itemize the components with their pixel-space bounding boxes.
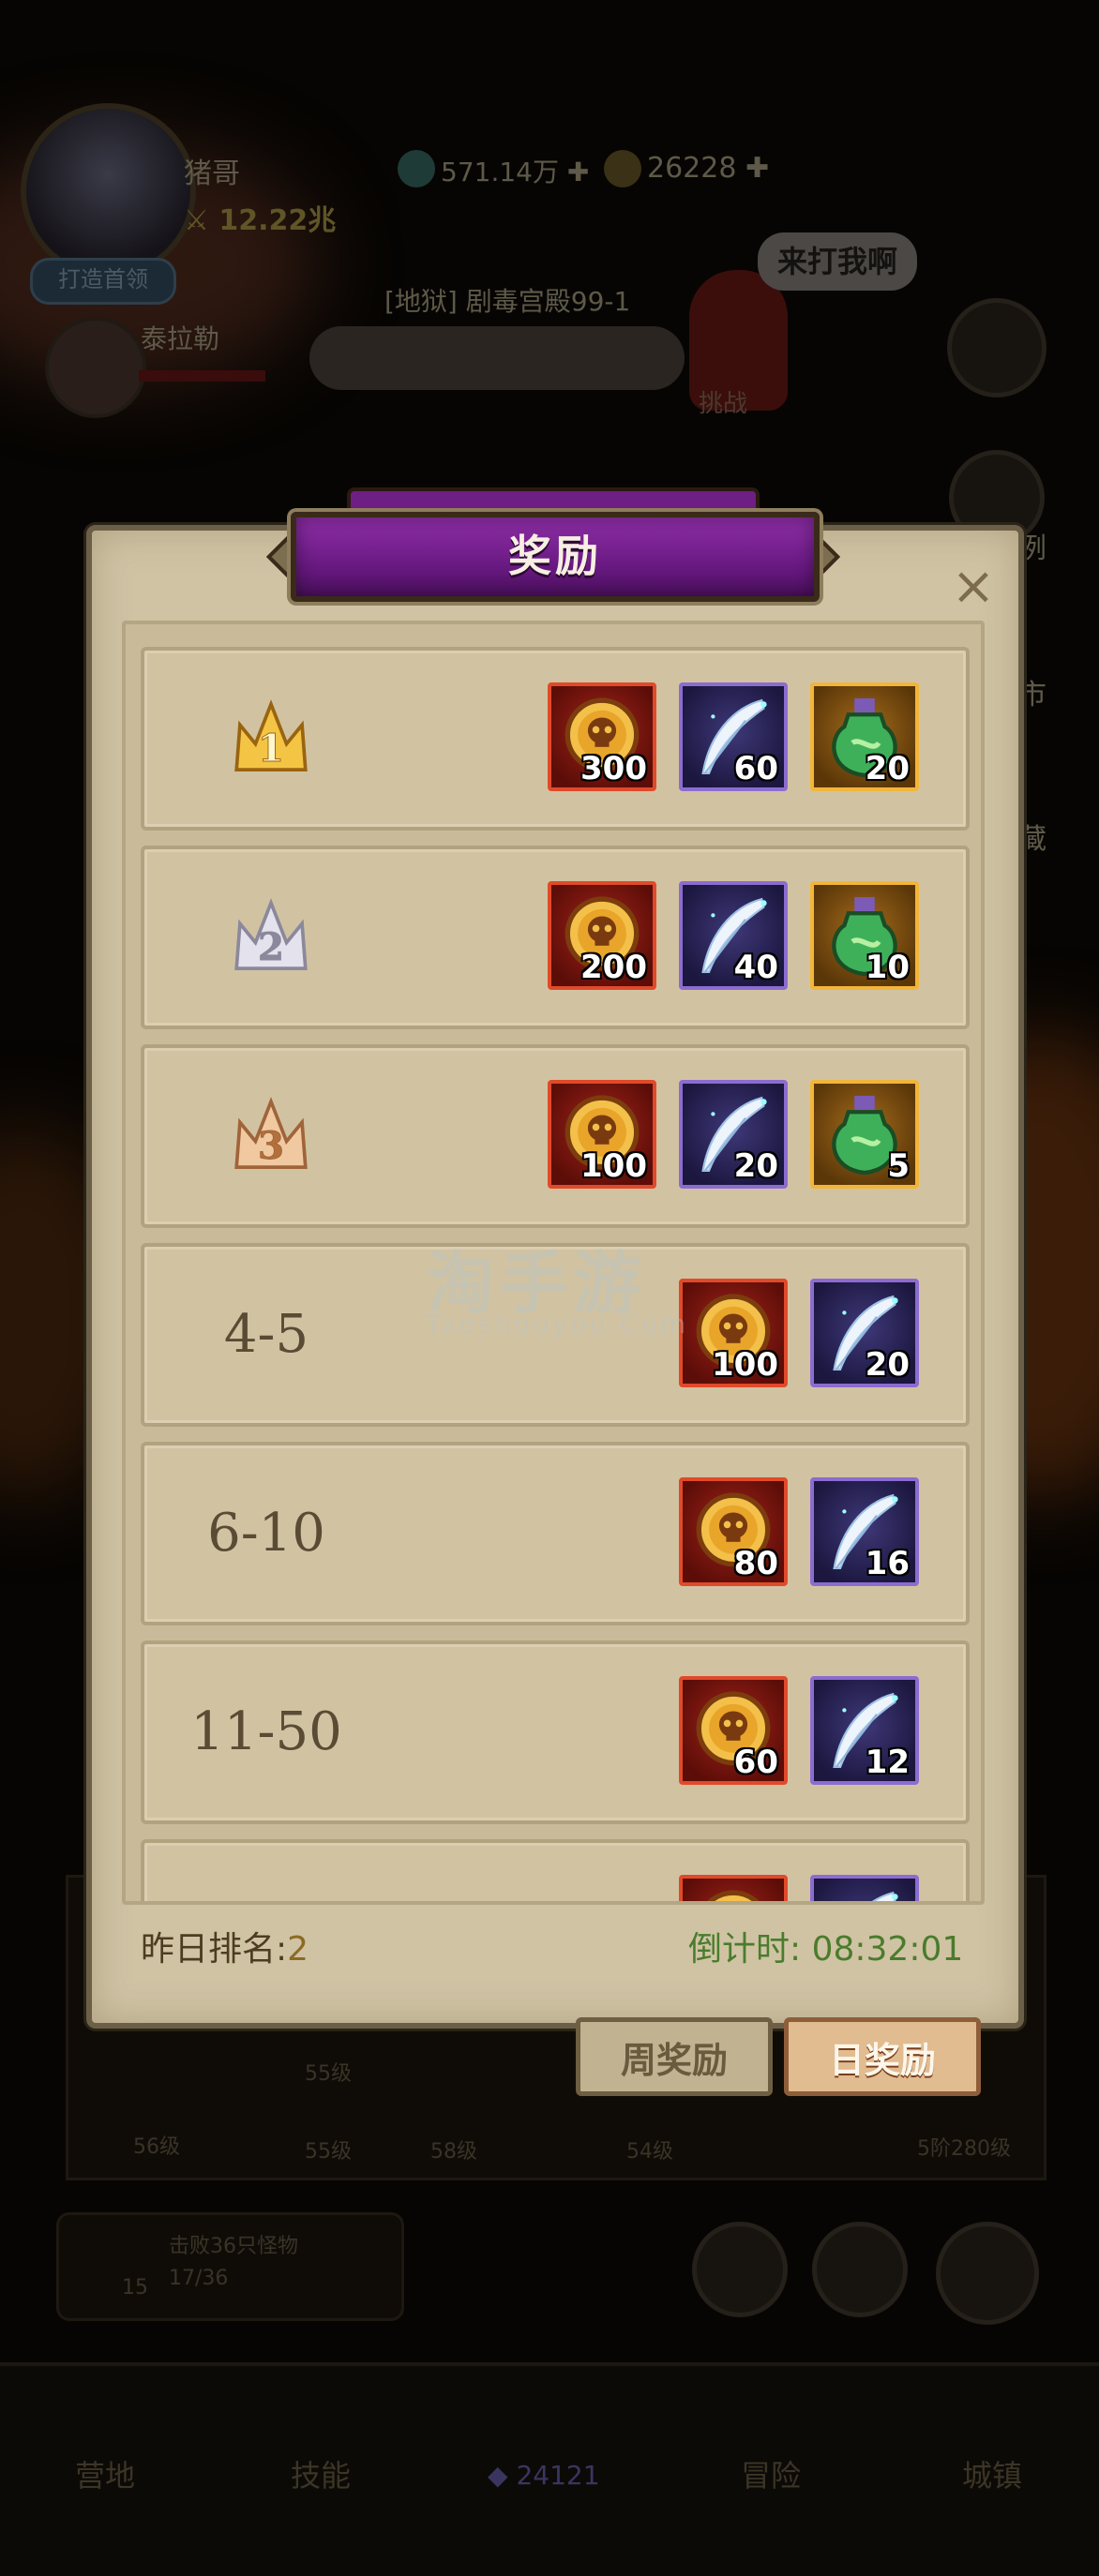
feather-reward-item[interactable]: 20 [679, 1080, 788, 1189]
reward-quantity: 10 [865, 949, 910, 986]
dialog-title: 奖励 [291, 512, 820, 602]
feather-reward-item[interactable]: 60 [679, 682, 788, 791]
coin-reward-item[interactable]: 100 [679, 1279, 788, 1387]
coin-reward-item[interactable]: 100 [548, 1080, 656, 1189]
bg-circle-button [936, 2222, 1039, 2325]
reward-quantity: 200 [580, 949, 647, 986]
close-icon[interactable]: × [947, 561, 1000, 613]
challenge-label: 挑战 [699, 390, 748, 418]
enemy-hp-bar [139, 370, 265, 382]
bg-circle-button [812, 2222, 908, 2317]
coin-reward-item[interactable]: 300 [548, 682, 656, 791]
player-avatar[interactable] [21, 103, 196, 278]
reward-quantity: 20 [865, 750, 910, 787]
reward-row: 2 200 40 10 [141, 846, 970, 1029]
coin-reward-item[interactable] [679, 1875, 788, 1901]
stage-label: [地狱] 剧毒宫殿99-1 [384, 286, 631, 317]
bg-circle-button [692, 2222, 788, 2317]
yesterday-rank: 昨日排名:2 [141, 1930, 309, 1969]
player-name: 猪哥 [184, 157, 240, 190]
reward-quantity: 20 [733, 1147, 778, 1185]
settings-icon[interactable] [947, 298, 1046, 397]
potion-reward-item[interactable]: 10 [810, 881, 919, 990]
potion-reward-item[interactable]: 5 [810, 1080, 919, 1189]
watermark-sub: Taoshouyou.Com [426, 1309, 689, 1340]
bg-level-label: 56级 [133, 2135, 180, 2159]
bottom-currency: ◆ 24121 [488, 2460, 600, 2491]
bg-level-label: 55级 [305, 2062, 352, 2086]
feather-reward-item[interactable]: 40 [679, 881, 788, 990]
reward-quantity: 60 [733, 750, 778, 787]
svg-text:3: 3 [258, 1123, 284, 1168]
reward-row: 3 100 20 5 [141, 1044, 970, 1228]
potion-reward-item[interactable]: 20 [810, 682, 919, 791]
feather-reward-item[interactable]: 16 [810, 1477, 919, 1586]
rank-label: 11-50 [190, 1701, 342, 1762]
player-power: ⚔ 12.22兆 [184, 204, 337, 237]
rank-crown-icon: 3 [227, 1093, 315, 1179]
bg-orb-count: 15 [122, 2276, 148, 2299]
bg-quest-text: 击败36只怪物 [169, 2235, 298, 2258]
nav-skills[interactable]: 技能 [291, 2452, 351, 2495]
bg-quest-progress: 17/36 [169, 2267, 229, 2290]
speech-bubble: 来打我啊 [758, 232, 917, 291]
stage-progress [309, 326, 685, 390]
bg-level-label: 5阶280级 [917, 2137, 1011, 2161]
coin-amount: 26228 ✚ [647, 152, 770, 185]
coin-reward-item[interactable]: 200 [548, 881, 656, 990]
bottom-nav: 营地 技能 冒险 城镇 ◆ 24121 [0, 2362, 1099, 2576]
nav-camp[interactable]: 营地 [75, 2452, 135, 2495]
coin-icon [604, 150, 641, 187]
nav-town[interactable]: 城镇 [962, 2452, 1022, 2495]
bg-level-label: 55级 [305, 2140, 352, 2164]
reward-quantity: 40 [733, 949, 778, 986]
enemy-name: 泰拉勒 [141, 323, 220, 354]
reward-row: 6-10 80 16 [141, 1442, 970, 1625]
reward-row: 1 300 60 20 [141, 647, 970, 831]
reward-quantity: 5 [887, 1147, 910, 1185]
reward-quantity: 12 [865, 1744, 910, 1781]
gem-icon [398, 150, 435, 187]
reward-quantity: 300 [580, 750, 647, 787]
reward-quantity: 80 [733, 1545, 778, 1582]
tab-daily-reward[interactable]: 日奖励 [784, 2017, 981, 2096]
rank-crown-icon: 1 [227, 696, 315, 782]
reward-quantity: 100 [712, 1346, 778, 1384]
reward-row [141, 1839, 970, 1901]
gem-amount: 571.14万 ✚ [441, 157, 590, 187]
rank-label: 6-10 [207, 1503, 325, 1564]
coin-reward-item[interactable]: 80 [679, 1477, 788, 1586]
tab-weekly-reward[interactable]: 周奖励 [576, 2017, 773, 2096]
nav-adventure[interactable]: 冒险 [741, 2452, 801, 2495]
enemy-avatar [45, 317, 146, 418]
feather-reward-item[interactable] [810, 1875, 919, 1901]
svg-text:2: 2 [258, 924, 284, 969]
rank-label [144, 1843, 388, 1901]
rank-label: 4-5 [223, 1304, 309, 1365]
reward-quantity: 16 [865, 1545, 910, 1582]
reward-quantity: 100 [580, 1147, 647, 1185]
boss-badge[interactable]: 打造首领 [30, 258, 176, 305]
countdown: 倒计时: 08:32:01 [688, 1930, 964, 1969]
bg-level-label: 54级 [626, 2140, 673, 2164]
feather-reward-item[interactable]: 12 [810, 1676, 919, 1785]
reward-quantity: 60 [733, 1744, 778, 1781]
svg-text:1: 1 [258, 726, 284, 771]
feather-reward-item[interactable]: 20 [810, 1279, 919, 1387]
coin-reward-item[interactable]: 60 [679, 1676, 788, 1785]
reward-quantity: 20 [865, 1346, 910, 1384]
bg-level-label: 58级 [430, 2140, 477, 2164]
rank-crown-icon: 2 [227, 894, 315, 981]
reward-row: 11-50 60 12 [141, 1640, 970, 1824]
